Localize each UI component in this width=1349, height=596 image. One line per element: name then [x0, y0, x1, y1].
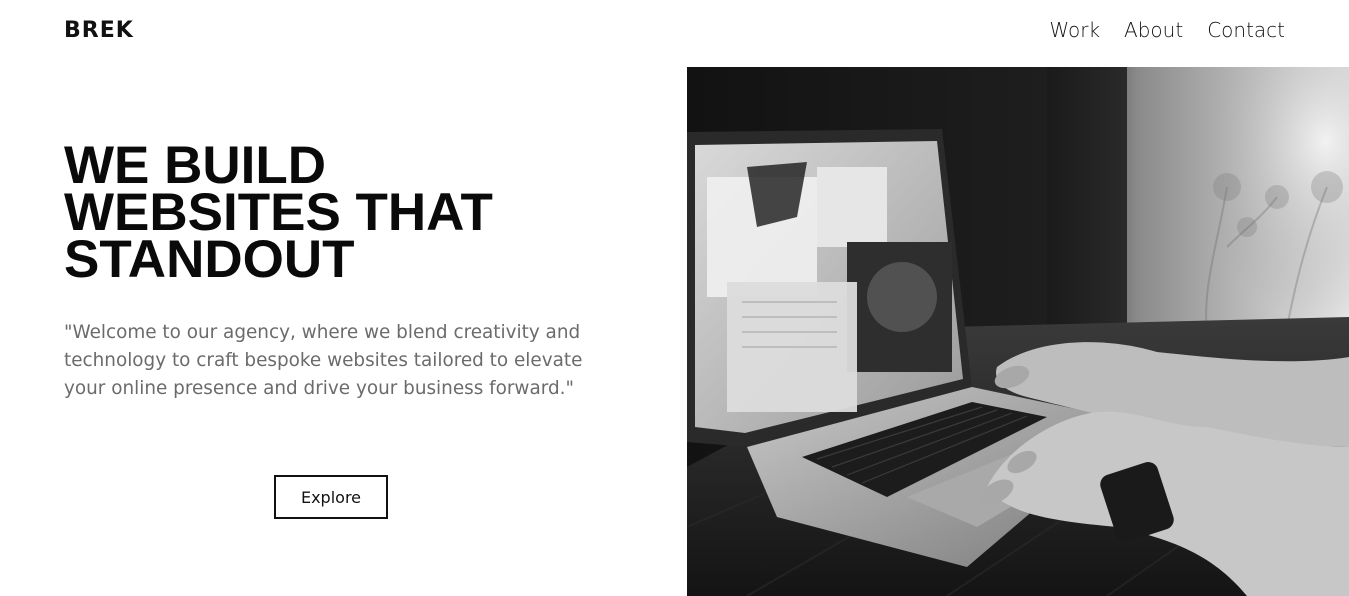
- hero-title: WE BUILD WEBSITES THAT STANDOUT: [64, 136, 584, 289]
- brand-logo[interactable]: BREK: [64, 18, 134, 43]
- hero-description: "Welcome to our agency, where we blend c…: [64, 322, 583, 399]
- laptop-typing-photo: [687, 67, 1349, 596]
- explore-button[interactable]: Explore: [274, 475, 388, 519]
- main-nav: Work About Contact: [1049, 18, 1285, 42]
- nav-link-contact[interactable]: Contact: [1207, 18, 1285, 42]
- hero-title-line: STANDOUT: [64, 230, 355, 289]
- nav-link-about[interactable]: About: [1124, 18, 1183, 42]
- hero-title-line: WEBSITES THAT: [64, 183, 493, 242]
- hero-image: [687, 67, 1349, 596]
- hero-title-line: WE BUILD: [64, 136, 327, 195]
- nav-link-work[interactable]: Work: [1049, 18, 1100, 42]
